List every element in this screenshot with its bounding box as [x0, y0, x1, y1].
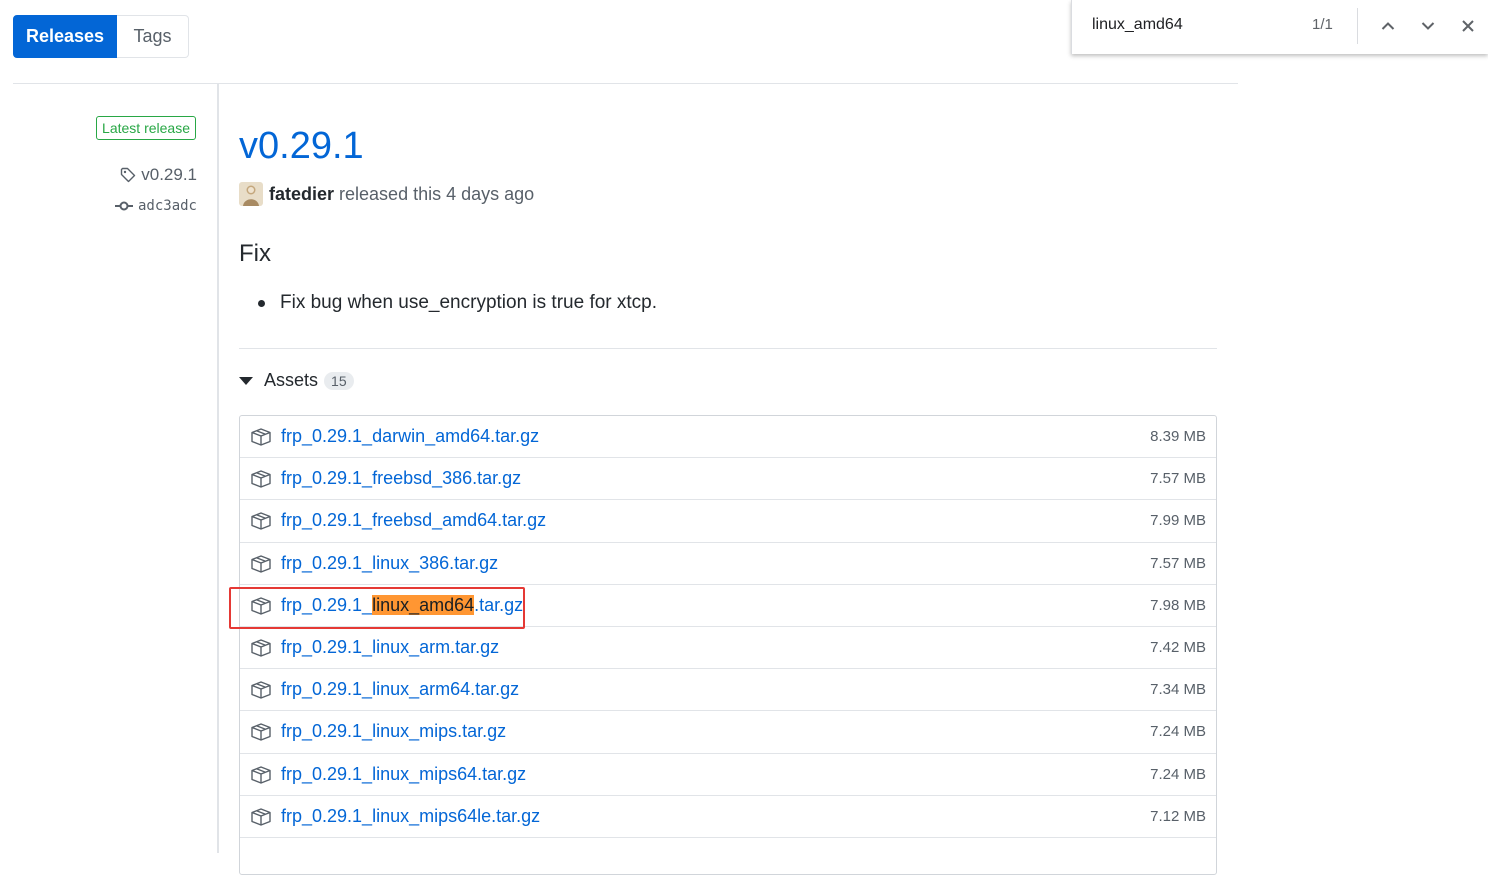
- package-icon: [251, 554, 271, 573]
- asset-size: 7.98 MB: [1150, 596, 1206, 614]
- release-author[interactable]: fatedier: [269, 184, 334, 205]
- find-match-count: 1/1: [1312, 16, 1333, 33]
- table-row: frp_0.29.1_linux_arm64.tar.gz 7.34 MB: [240, 669, 1216, 712]
- find-match-highlight: linux_amd64: [372, 594, 475, 615]
- package-icon: [251, 807, 271, 826]
- asset-link[interactable]: frp_0.29.1_linux_arm64.tar.gz: [281, 679, 519, 700]
- assets-divider: [239, 348, 1217, 349]
- release-notes-heading: Fix: [239, 240, 271, 267]
- commit-icon: [114, 201, 133, 211]
- find-input[interactable]: [1092, 14, 1312, 36]
- bullet-icon: [258, 299, 265, 307]
- asset-size: 7.34 MB: [1150, 681, 1206, 699]
- asset-size: 7.42 MB: [1150, 639, 1206, 657]
- assets-count-badge: 15: [324, 371, 354, 390]
- release-tabs: Releases Tags: [13, 15, 189, 58]
- asset-size: 8.39 MB: [1150, 428, 1206, 446]
- table-row: frp_0.29.1_linux_mips64le.tar.gz 7.12 MB: [240, 796, 1216, 838]
- package-icon: [251, 597, 271, 615]
- find-next-button[interactable]: [1414, 12, 1442, 40]
- package-icon: [251, 639, 271, 657]
- asset-link-highlighted[interactable]: frp_0.29.1_linux_amd64.tar.gz: [281, 594, 524, 616]
- table-row: frp_0.29.1_linux_mips.tar.gz 7.24 MB: [240, 711, 1216, 754]
- timeline-line: [217, 84, 219, 853]
- table-row: frp_0.29.1_freebsd_amd64.tar.gz 7.99 MB: [240, 500, 1216, 543]
- asset-link[interactable]: frp_0.29.1_linux_arm.tar.gz: [281, 637, 499, 658]
- table-row: frp_0.29.1_freebsd_386.tar.gz 7.57 MB: [240, 458, 1216, 501]
- asset-link[interactable]: frp_0.29.1_linux_386.tar.gz: [281, 553, 498, 574]
- package-icon: [251, 765, 271, 784]
- asset-size: 7.24 MB: [1150, 765, 1206, 783]
- assets-toggle[interactable]: Assets 15: [239, 370, 354, 391]
- table-row: frp_0.29.1_linux_386.tar.gz 7.57 MB: [240, 543, 1216, 585]
- sidebar-tag-label: v0.29.1: [141, 165, 197, 184]
- close-icon: [1462, 20, 1474, 32]
- release-note-text: Fix bug when use_encryption is true for …: [280, 292, 658, 313]
- release-date-text: released this 4 days ago: [339, 183, 535, 204]
- asset-name-prefix: frp_0.29.1_: [281, 594, 373, 615]
- find-previous-button[interactable]: [1374, 12, 1402, 40]
- asset-size: 7.99 MB: [1150, 512, 1206, 530]
- tag-icon: [121, 167, 136, 183]
- sidebar-commit-label: adc3adc: [137, 198, 197, 214]
- chevron-down-icon: [1421, 22, 1435, 30]
- package-icon: [251, 428, 271, 446]
- release-meta: fatedier released this 4 days ago: [239, 182, 534, 206]
- asset-link[interactable]: frp_0.29.1_linux_mips64.tar.gz: [281, 764, 526, 785]
- package-icon: [251, 470, 271, 488]
- asset-size: 7.24 MB: [1150, 723, 1206, 741]
- asset-name-suffix: .tar.gz: [474, 594, 524, 615]
- top-divider: [13, 83, 1238, 84]
- list-item: Fix bug when use_encryption is true for …: [239, 292, 657, 314]
- assets-list: frp_0.29.1_darwin_amd64.tar.gz 8.39 MB f…: [239, 415, 1217, 875]
- table-row: frp_0.29.1_linux_amd64.tar.gz 7.98 MB: [240, 585, 1216, 627]
- avatar[interactable]: [239, 182, 263, 206]
- package-icon: [251, 681, 271, 699]
- asset-link[interactable]: frp_0.29.1_darwin_amd64.tar.gz: [281, 426, 539, 447]
- package-icon: [251, 512, 271, 531]
- asset-link[interactable]: frp_0.29.1_freebsd_amd64.tar.gz: [281, 510, 546, 531]
- sidebar-commit[interactable]: adc3adc: [114, 198, 197, 214]
- tab-tags[interactable]: Tags: [117, 15, 189, 58]
- package-icon: [251, 723, 271, 742]
- sidebar-tag[interactable]: v0.29.1: [120, 165, 197, 185]
- asset-link[interactable]: frp_0.29.1_linux_mips64le.tar.gz: [281, 806, 540, 827]
- asset-size: 7.12 MB: [1150, 807, 1206, 825]
- table-row: frp_0.29.1_linux_arm.tar.gz 7.42 MB: [240, 627, 1216, 670]
- asset-link[interactable]: frp_0.29.1_freebsd_386.tar.gz: [281, 468, 521, 489]
- release-notes-list: Fix bug when use_encryption is true for …: [239, 292, 657, 314]
- asset-size: 7.57 MB: [1150, 470, 1206, 488]
- find-close-button[interactable]: [1454, 12, 1482, 40]
- tab-releases[interactable]: Releases: [13, 15, 117, 58]
- asset-size: 7.57 MB: [1150, 554, 1206, 572]
- asset-link[interactable]: frp_0.29.1_linux_mips.tar.gz: [281, 721, 506, 742]
- chevron-up-icon: [1381, 22, 1395, 30]
- triangle-down-icon: [239, 376, 253, 385]
- latest-release-badge: Latest release: [96, 116, 196, 140]
- assets-label: Assets: [264, 370, 319, 390]
- release-title[interactable]: v0.29.1: [239, 122, 364, 170]
- table-row: frp_0.29.1_darwin_amd64.tar.gz 8.39 MB: [240, 416, 1216, 459]
- table-row: frp_0.29.1_linux_mips64.tar.gz 7.24 MB: [240, 754, 1216, 796]
- find-bar: 1/1: [1071, 0, 1488, 54]
- find-separator: [1357, 8, 1358, 44]
